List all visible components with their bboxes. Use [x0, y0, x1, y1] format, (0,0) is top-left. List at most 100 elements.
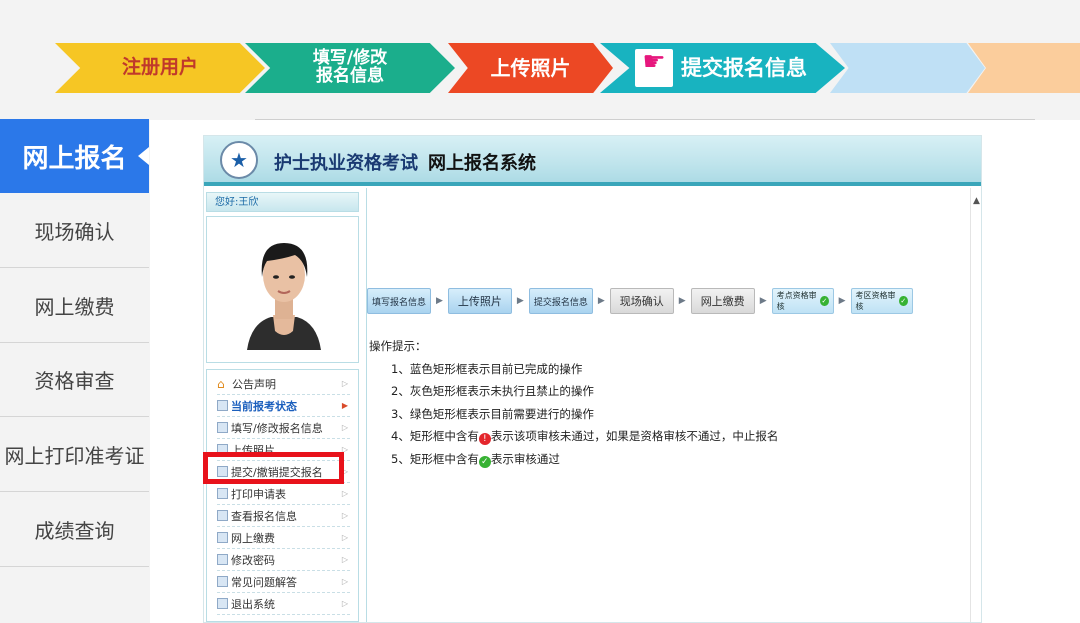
flow-step-label: 考点资格审核 — [776, 291, 817, 311]
document-icon — [217, 400, 228, 411]
header-stripe — [204, 182, 981, 186]
menu-item-print-form[interactable]: 打印申请表 ▷ — [217, 483, 350, 505]
step-fill-info: 填写/修改 报名信息 — [245, 43, 455, 93]
system-title: 护士执业资格考试 网上报名系统 — [274, 149, 536, 175]
menu-item-announcement[interactable]: ⌂ 公告声明 ▷ — [217, 373, 350, 395]
menu-item-faq[interactable]: 常见问题解答 ▷ — [217, 571, 350, 593]
menu-item-label: 网上缴费 — [231, 531, 275, 545]
menu-item-label: 当前报考状态 — [231, 399, 297, 413]
flow-step-fill-info: 填写报名信息 — [367, 288, 431, 314]
arrow-icon: ▷ — [341, 489, 348, 498]
arrow-right-icon: ▶ — [838, 296, 846, 306]
flow-step-label: 提交报名信息 — [533, 297, 588, 308]
menu-item-label: 常见问题解答 — [231, 575, 297, 589]
check-icon: ✓ — [820, 296, 829, 306]
nav-item-onsite-confirm[interactable]: 现场确认 — [0, 194, 149, 268]
arrow-right-icon: ▶ — [436, 296, 443, 306]
step-register-label: 注册用户 — [121, 56, 198, 79]
step-upload-photo-label: 上传照片 — [490, 55, 571, 80]
flow-step-online-payment: 网上缴费 — [690, 288, 755, 314]
house-icon: ⌂ — [217, 376, 225, 391]
main-content: 填写报名信息 ▶ 上传照片 ▶ 提交报名信息 ▶ 现场确认 ▶ 网上缴费 ▶ 考… — [366, 188, 973, 622]
check-icon: ✓ — [899, 296, 908, 306]
flow-step-site-review: 考点资格审核 ✓ — [771, 288, 834, 314]
menu-item-upload-photo[interactable]: 上传照片 ▷ — [217, 439, 350, 461]
arrow-right-icon: ▶ — [759, 296, 767, 306]
system-title-system: 网上报名系统 — [428, 153, 536, 174]
flow-step-label: 现场确认 — [619, 295, 664, 308]
scrollbar[interactable]: ▲ — [970, 188, 981, 622]
menu-item-online-payment[interactable]: 网上缴费 ▷ — [217, 527, 350, 549]
menu-item-current-status[interactable]: 当前报考状态 ▶ — [217, 395, 350, 417]
arrow-icon: ▷ — [341, 445, 348, 454]
system-title-exam: 护士执业资格考试 — [274, 153, 418, 174]
nav-item-online-registration[interactable]: 网上报名 — [0, 119, 149, 193]
step-submit-info-label: 提交报名信息 — [681, 55, 807, 80]
step-upload-photo: 上传照片 — [448, 43, 613, 93]
welcome-bar: 您好:王欣 — [206, 192, 359, 212]
flow-step-onsite-confirm: 现场确认 — [609, 288, 674, 314]
step-5 — [830, 43, 985, 93]
step-register: 注册用户 — [55, 43, 265, 93]
flow-step-upload-photo: 上传照片 — [447, 288, 512, 314]
document-icon — [217, 532, 228, 543]
photo-box — [206, 216, 359, 363]
arrow-icon: ▷ — [341, 423, 348, 432]
arrow-icon: ▷ — [341, 599, 348, 608]
flow-step-label: 上传照片 — [457, 295, 502, 308]
menu-item-label: 上传照片 — [231, 443, 275, 457]
applicant-photo — [237, 235, 331, 350]
check-circle-icon: ✓ — [478, 455, 491, 468]
arrow-icon: ▶ — [341, 401, 348, 410]
tip-1: 1、蓝色矩形框表示目前已完成的操作 — [391, 361, 583, 376]
system-header: ★ 护士执业资格考试 网上报名系统 — [204, 136, 981, 186]
arrow-icon: ▷ — [341, 555, 348, 564]
menu-item-label: 提交/撤销提交报名 — [231, 465, 323, 479]
tip-4-suffix: 表示该项审核未通过，如果是资格审核不通过，中止报名 — [490, 429, 779, 443]
tip-5: 5、矩形框中含有 ✓ 表示审核通过 — [369, 448, 778, 471]
scroll-up-icon[interactable]: ▲ — [973, 196, 980, 206]
tip-4: 4、矩形框中含有! 表示该项审核未通过，如果是资格审核不通过，中止报名 — [369, 425, 778, 448]
step-submit-info: ☛ 提交报名信息 — [600, 43, 845, 93]
nav-item-print-admission[interactable]: 网上打印准考证 — [0, 418, 149, 492]
document-icon — [217, 554, 228, 565]
document-icon — [217, 466, 228, 477]
menu-item-view-info[interactable]: 查看报名信息 ▷ — [217, 505, 350, 527]
document-icon — [217, 510, 228, 521]
emblem-icon: ★ — [220, 141, 258, 179]
nav-item-qualification-review[interactable]: 资格审查 — [0, 343, 149, 417]
menu-item-change-password[interactable]: 修改密码 ▷ — [217, 549, 350, 571]
flow-step-label: 考区资格审核 — [855, 291, 896, 311]
flow-step-label: 填写报名信息 — [372, 297, 427, 308]
menu-item-logout[interactable]: 退出系统 ▷ — [217, 593, 350, 615]
menu-item-submit-withdraw[interactable]: 提交/撤销提交报名 ▷ — [217, 461, 350, 483]
menu-item-fill-info[interactable]: 填写/修改报名信息 ▷ — [217, 417, 350, 439]
tips-title: 操作提示： — [369, 339, 427, 353]
arrow-right-icon: ▶ — [597, 296, 605, 306]
operation-tips: 操作提示： 1、蓝色矩形框表示目前已完成的操作 2、灰色矩形框表示未执行且禁止的… — [369, 335, 778, 470]
tip-2: 2、灰色矩形框表示未执行且禁止的操作 — [391, 384, 594, 398]
flow-step-submit-info: 提交报名信息 — [528, 288, 593, 314]
document-icon — [217, 488, 228, 499]
arrow-icon: ▷ — [341, 467, 348, 476]
step-fill-info-line2: 报名信息 — [316, 66, 384, 86]
document-icon — [217, 444, 228, 455]
arrow-icon: ▷ — [341, 511, 348, 520]
status-flow: 填写报名信息 ▶ 上传照片 ▶ 提交报名信息 ▶ 现场确认 ▶ 网上缴费 ▶ 考… — [367, 288, 913, 314]
divider — [255, 119, 1035, 120]
arrow-right-icon: ▶ — [516, 296, 524, 306]
menu-item-label: 填写/修改报名信息 — [231, 421, 323, 435]
nav-item-score-query[interactable]: 成绩查询 — [0, 493, 149, 567]
menu-item-label: 公告声明 — [232, 377, 276, 391]
arrow-right-icon: ▶ — [678, 296, 686, 306]
tip-3: 3、绿色矩形框表示目前需要进行的操作 — [391, 406, 594, 421]
arrow-icon: ▷ — [341, 533, 348, 542]
arrow-icon: ▷ — [341, 577, 348, 586]
document-icon — [217, 576, 228, 587]
nav-item-online-payment[interactable]: 网上缴费 — [0, 269, 149, 343]
menu-item-label: 退出系统 — [231, 597, 275, 611]
flow-step-label: 网上缴费 — [700, 295, 745, 308]
menu-item-label: 修改密码 — [231, 553, 275, 567]
error-icon: ! — [478, 433, 491, 445]
document-icon — [217, 598, 228, 609]
